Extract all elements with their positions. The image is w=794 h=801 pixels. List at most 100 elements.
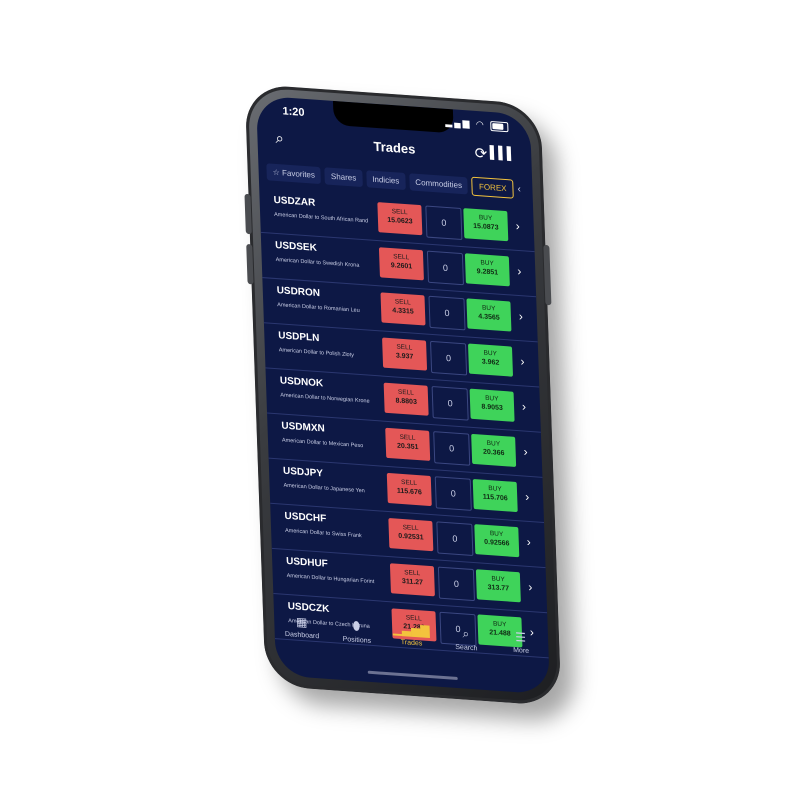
pair-symbol: USDRON bbox=[276, 285, 321, 300]
buy-button[interactable]: BUY 3.962 bbox=[468, 343, 514, 377]
pair-symbol: USDJPY bbox=[282, 465, 324, 480]
pair-symbol: USDHUF bbox=[285, 555, 329, 570]
buy-price: 313.77 bbox=[487, 584, 510, 593]
pair-description: American Dollar to Swedish Krona bbox=[275, 256, 360, 269]
grid-icon: ▦ bbox=[295, 614, 308, 630]
chevron-right-icon[interactable]: › bbox=[517, 264, 521, 278]
phone-frame: 1:20 ▂▄▆ ◠ ⌕ Trades ⟳ ▌▌▌ ☆ Favorites Sh… bbox=[244, 83, 562, 707]
pair-symbol: USDNOK bbox=[279, 375, 324, 390]
pin-icon: ⬮ bbox=[352, 618, 361, 634]
buy-price: 0.92566 bbox=[484, 538, 510, 548]
chevron-right-icon[interactable]: › bbox=[526, 535, 530, 549]
chevron-right-icon[interactable]: › bbox=[525, 490, 529, 504]
pair-description: American Dollar to Polish Zloty bbox=[278, 347, 355, 359]
tab-favorites[interactable]: ☆ Favorites bbox=[266, 162, 322, 184]
sell-price: 115.676 bbox=[396, 487, 422, 497]
signal-icon: ▂▄▆ bbox=[445, 116, 472, 129]
star-icon: ☆ bbox=[272, 167, 280, 177]
chevron-right-icon[interactable]: › bbox=[516, 219, 520, 233]
sell-button[interactable]: SELL 311.27 bbox=[389, 563, 435, 597]
spread-value: 0 bbox=[428, 295, 466, 331]
sell-button[interactable]: SELL 9.2601 bbox=[378, 247, 424, 281]
sell-button[interactable]: SELL 0.92531 bbox=[388, 518, 434, 552]
pair-symbol: USDCHF bbox=[284, 510, 327, 525]
buy-price: 3.962 bbox=[481, 358, 500, 367]
spread-value: 0 bbox=[425, 205, 463, 241]
spread-value: 0 bbox=[437, 566, 475, 602]
buy-price: 9.2851 bbox=[476, 268, 499, 277]
pair-description: American Dollar to Swiss Frank bbox=[284, 527, 362, 540]
buy-button[interactable]: BUY 15.0873 bbox=[463, 208, 509, 242]
refresh-icon[interactable]: ⟳ bbox=[474, 144, 487, 163]
sell-button[interactable]: SELL 15.0623 bbox=[377, 202, 423, 236]
spread-value: 0 bbox=[434, 476, 472, 511]
status-icons: ▂▄▆ ◠ bbox=[445, 116, 509, 132]
sell-button[interactable]: SELL 8.8803 bbox=[383, 382, 429, 416]
buy-button[interactable]: BUY 0.92566 bbox=[474, 524, 520, 558]
sell-price: 9.2601 bbox=[390, 262, 413, 271]
pair-description: American Dollar to Mexican Peso bbox=[281, 437, 364, 450]
chevron-right-icon[interactable]: › bbox=[519, 309, 523, 323]
buy-price: 8.9053 bbox=[481, 403, 503, 413]
pair-description: American Dollar to South African Rand bbox=[274, 211, 369, 225]
pair-description: American Dollar to Japanese Yen bbox=[283, 482, 365, 495]
chart-icon[interactable]: ▌▌▌ bbox=[489, 145, 515, 161]
buy-price: 15.0873 bbox=[473, 222, 499, 232]
wifi-icon: ◠ bbox=[475, 118, 486, 130]
app-screen: 1:20 ▂▄▆ ◠ ⌕ Trades ⟳ ▌▌▌ ☆ Favorites Sh… bbox=[255, 95, 551, 695]
pair-description: American Dollar to Romanian Leu bbox=[277, 302, 360, 314]
sell-button[interactable]: SELL 115.676 bbox=[386, 472, 432, 507]
chevron-right-icon[interactable]: › bbox=[522, 399, 526, 413]
buy-price: 4.3565 bbox=[478, 313, 500, 322]
sell-price: 311.27 bbox=[401, 578, 424, 587]
sell-price: 0.92531 bbox=[398, 532, 424, 542]
menu-icon: ☰ bbox=[515, 630, 527, 645]
spread-value: 0 bbox=[433, 431, 471, 466]
nav-more[interactable]: ☰ More bbox=[495, 629, 546, 673]
pair-symbol: USDMXN bbox=[281, 420, 325, 435]
sell-price: 15.0623 bbox=[387, 216, 413, 226]
sell-button[interactable]: SELL 20.351 bbox=[385, 427, 431, 461]
spread-value: 0 bbox=[436, 521, 474, 557]
buy-button[interactable]: BUY 313.77 bbox=[475, 569, 521, 603]
chevron-right-icon[interactable]: › bbox=[520, 354, 524, 368]
pair-description: American Dollar to Norwegian Krone bbox=[280, 392, 370, 405]
buy-button[interactable]: BUY 8.9053 bbox=[469, 388, 515, 422]
volume-down-button bbox=[246, 243, 254, 285]
sell-button[interactable]: SELL 3.937 bbox=[382, 337, 428, 371]
nav-trades[interactable]: ▁▃▅▇ Trades bbox=[386, 621, 437, 665]
tab-forex[interactable]: FOREX bbox=[471, 176, 514, 199]
status-time: 1:20 bbox=[282, 105, 305, 119]
volume-up-button bbox=[244, 193, 252, 235]
bars-icon: ▁▃▅▇ bbox=[392, 621, 430, 639]
home-indicator[interactable] bbox=[367, 670, 458, 681]
product-mockup: 1:20 ▂▄▆ ◠ ⌕ Trades ⟳ ▌▌▌ ☆ Favorites Sh… bbox=[0, 0, 794, 801]
tab-shares[interactable]: Shares bbox=[324, 166, 363, 187]
search-icon: ⌕ bbox=[462, 626, 470, 641]
tab-indicies[interactable]: Indicies bbox=[365, 169, 406, 190]
buy-button[interactable]: BUY 9.2851 bbox=[464, 253, 510, 287]
sell-price: 8.8803 bbox=[395, 397, 418, 406]
buy-button[interactable]: BUY 4.3565 bbox=[466, 298, 512, 332]
sell-button[interactable]: SELL 4.3315 bbox=[380, 292, 426, 326]
battery-icon bbox=[490, 120, 509, 132]
sell-price: 3.937 bbox=[395, 352, 414, 361]
forex-list: USDZAR American Dollar to South African … bbox=[259, 187, 549, 659]
buy-button[interactable]: BUY 20.366 bbox=[471, 433, 517, 467]
spread-value: 0 bbox=[431, 386, 469, 421]
pair-symbol: USDCZK bbox=[287, 601, 330, 615]
pair-description: American Dollar to Hungarian Forint bbox=[286, 572, 375, 586]
buy-button[interactable]: BUY 115.706 bbox=[472, 478, 518, 513]
chevron-right-icon[interactable]: › bbox=[528, 580, 532, 594]
sell-price: 4.3315 bbox=[392, 307, 414, 316]
chevron-right-icon[interactable]: › bbox=[523, 444, 527, 458]
nav-dashboard[interactable]: ▦ Dashboard bbox=[276, 613, 327, 657]
nav-search[interactable]: ⌕ Search bbox=[441, 625, 492, 669]
spread-value: 0 bbox=[430, 340, 468, 376]
chevron-left-icon[interactable]: ‹ bbox=[517, 183, 521, 194]
nav-positions[interactable]: ⬮ Positions bbox=[331, 617, 382, 661]
sell-price: 20.351 bbox=[396, 442, 419, 452]
tab-commodities[interactable]: Commodities bbox=[409, 172, 469, 194]
buy-price: 115.706 bbox=[482, 493, 508, 503]
pair-symbol: USDZAR bbox=[273, 194, 316, 209]
